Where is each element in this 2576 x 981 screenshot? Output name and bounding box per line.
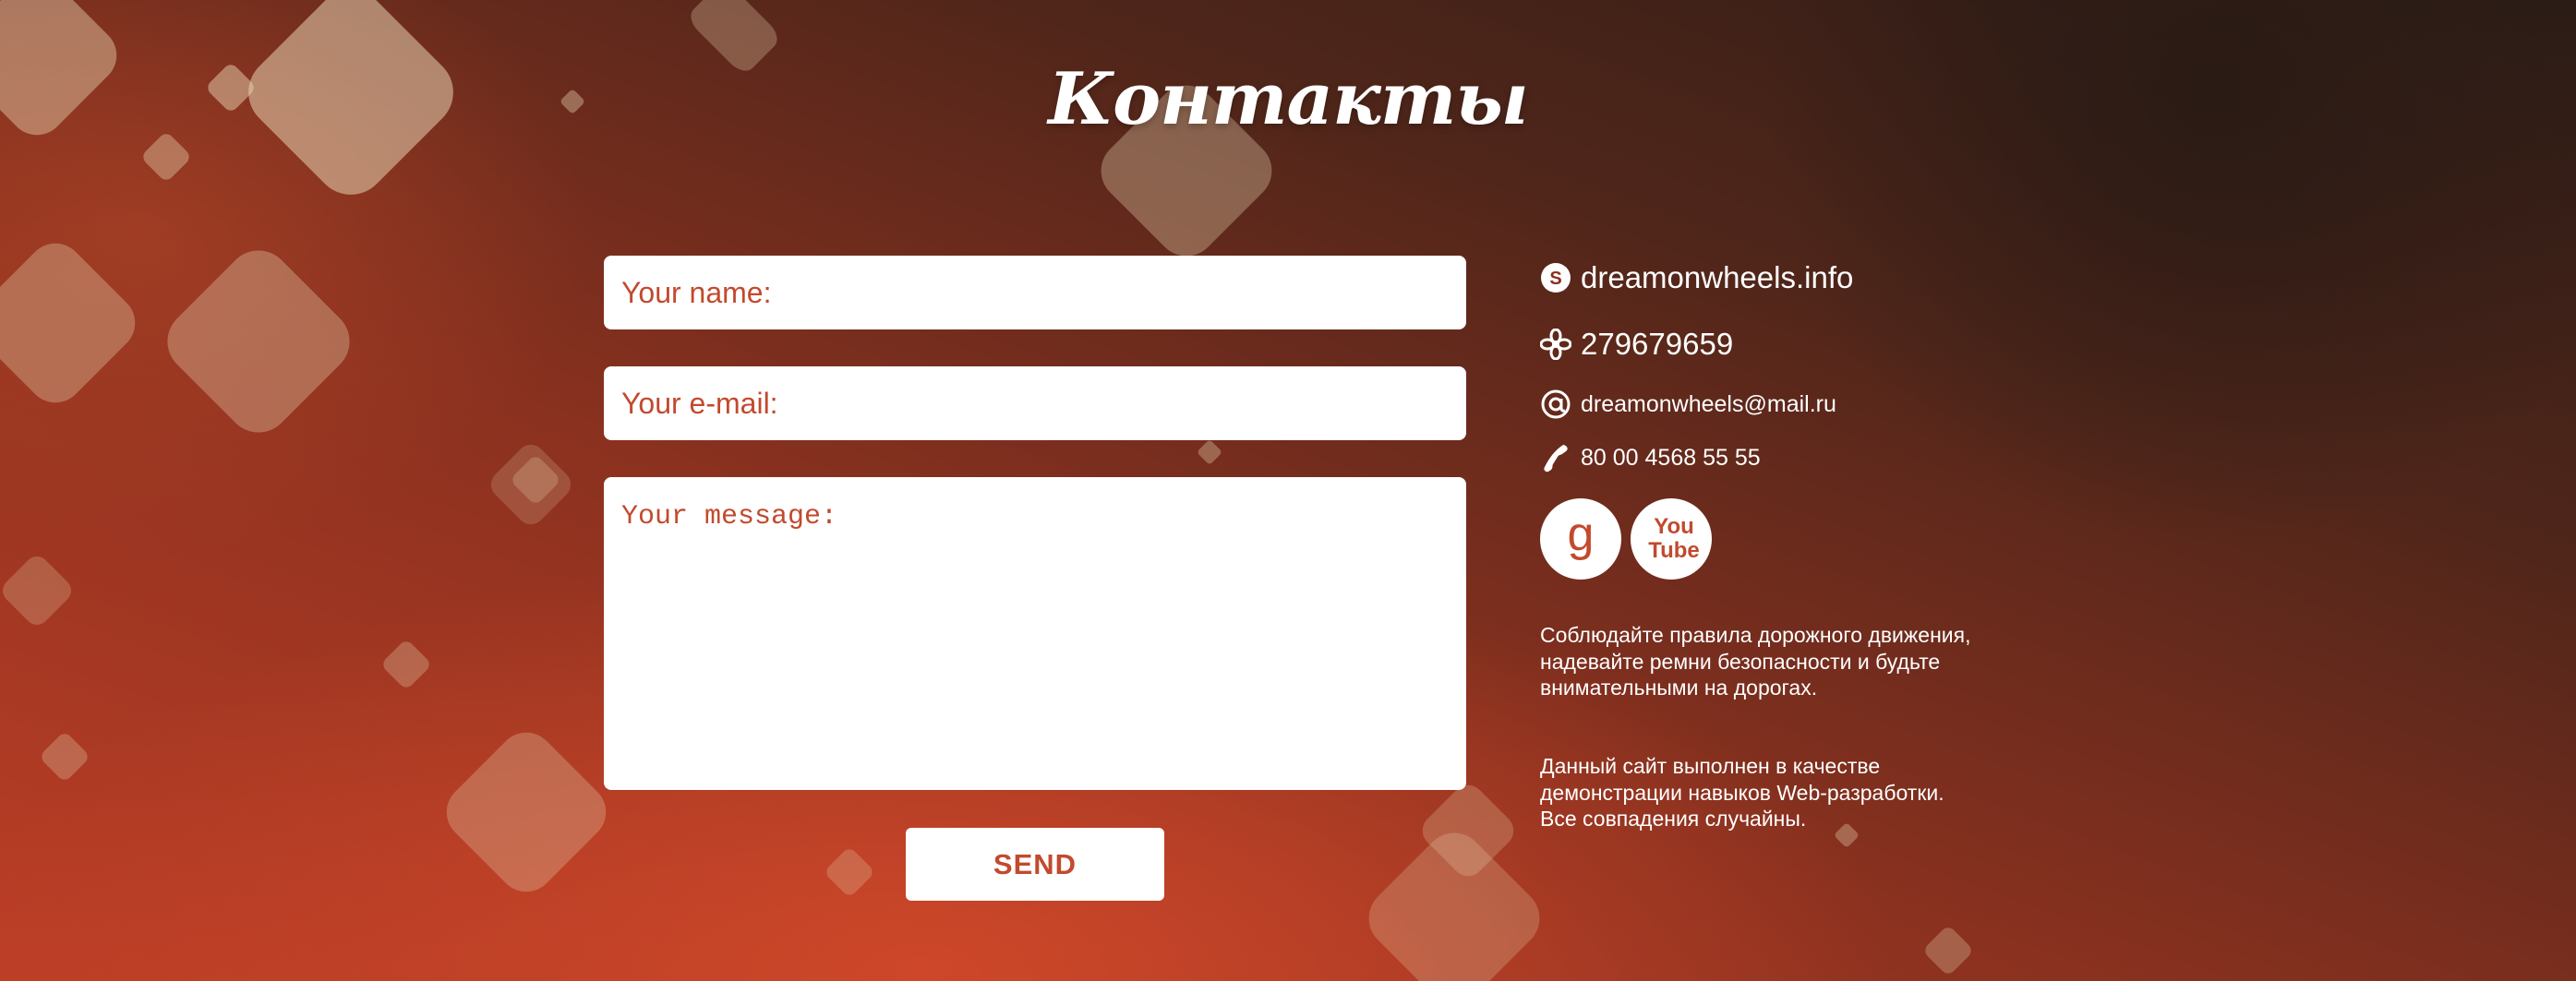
phone-text: 80 00 4568 55 55: [1581, 444, 1761, 471]
icq-text: 279679659: [1581, 327, 1734, 361]
email-text: dreamonwheels@mail.ru: [1581, 390, 1836, 417]
icq-contact: 279679659: [1540, 327, 1733, 362]
at-sign-icon: [1540, 389, 1571, 420]
name-input[interactable]: [604, 256, 1466, 329]
skype-icon: S: [1540, 262, 1571, 293]
youtube-social-button[interactable]: You Tube: [1631, 498, 1712, 580]
svg-text:S: S: [1549, 269, 1561, 289]
google-social-button[interactable]: g: [1540, 498, 1621, 580]
icq-flower-icon: [1540, 329, 1571, 360]
email-contact: dreamonwheels@mail.ru: [1540, 389, 1836, 420]
google-g-icon: g: [1567, 508, 1595, 561]
email-input[interactable]: [604, 366, 1466, 440]
contacts-section: Контакты SEND S dreamonwheels.info 27967…: [0, 0, 2576, 981]
youtube-logo-icon: You Tube: [1648, 514, 1700, 563]
skype-text: dreamonwheels.info: [1581, 260, 1854, 294]
phone-contact: 80 00 4568 55 55: [1540, 442, 1761, 473]
page-title: Контакты: [1048, 57, 1529, 141]
disclaimer-note: Данный сайт выполнен в качестве демонстр…: [1540, 754, 1944, 831]
safety-note: Соблюдайте правила дорожного движения, н…: [1540, 623, 1971, 700]
send-button[interactable]: SEND: [906, 828, 1164, 901]
skype-contact: S dreamonwheels.info: [1540, 260, 1853, 295]
message-textarea[interactable]: [604, 477, 1466, 790]
phone-icon: [1540, 442, 1571, 473]
